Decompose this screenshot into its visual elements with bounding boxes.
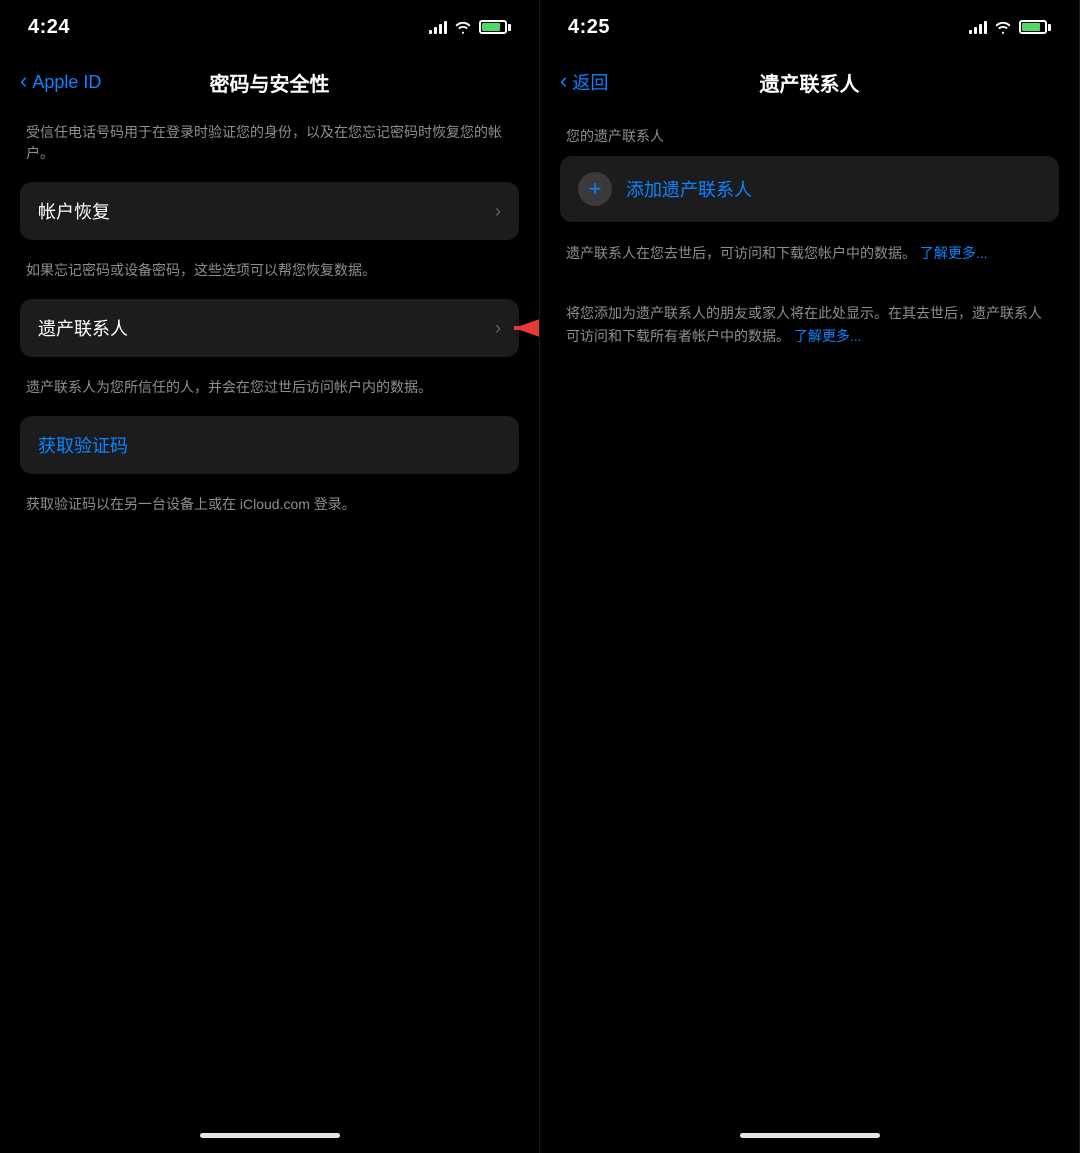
back-label-left: Apple ID (32, 72, 101, 93)
learn-more-link-1[interactable]: 了解更多... (920, 245, 988, 261)
right-phone-panel: 4:25 ‹ 返回 (540, 0, 1080, 1153)
content-left: 受信任电话号码用于在登录时验证您的身份，以及在您忘记密码时恢复您的帐户。 帐户恢… (0, 110, 539, 1117)
status-icons-right (969, 20, 1051, 34)
legacy-chevron-icon: › (495, 318, 501, 339)
red-arrow-annotation (504, 308, 539, 348)
status-icons-left (429, 20, 511, 34)
home-bar-right (740, 1133, 880, 1138)
home-bar (200, 1133, 340, 1138)
signal-icon-right (969, 20, 987, 34)
wifi-icon (454, 20, 472, 34)
nav-bar-right: ‹ 返回 遗产联系人 (540, 54, 1079, 110)
status-bar-left: 4:24 (0, 0, 539, 54)
back-arrow-icon: ‹ (20, 68, 27, 94)
signal-icon (429, 20, 447, 34)
wifi-icon-right (994, 20, 1012, 34)
battery-icon (479, 20, 511, 34)
left-phone-panel: 4:24 ‹ Apple ID (0, 0, 540, 1153)
add-contact-label: 添加遗产联系人 (626, 176, 752, 202)
verification-code-desc: 获取验证码以在另一台设备上或在 iCloud.com 登录。 (20, 482, 519, 533)
page-title-right: 遗产联系人 (760, 68, 860, 97)
legacy-contact-label: 遗产联系人 (38, 315, 128, 341)
back-label-right: 返回 (572, 69, 608, 95)
status-time-right: 4:25 (568, 16, 610, 39)
top-description: 受信任电话号码用于在登录时验证您的身份，以及在您忘记密码时恢复您的帐户。 (20, 110, 519, 182)
verification-code-label: 获取验证码 (38, 432, 128, 458)
add-legacy-contact-button[interactable]: + 添加遗产联系人 (560, 156, 1059, 222)
info-block-2: 将您添加为遗产联系人的朋友或家人将在此处显示。在其去世后，遗产联系人可访问和下载… (560, 298, 1059, 381)
account-recovery-row[interactable]: 帐户恢复 › (20, 182, 519, 240)
verification-code-row[interactable]: 获取验证码 (20, 416, 519, 474)
legacy-contact-wrapper: 遗产联系人 › (20, 299, 519, 357)
home-indicator-right (540, 1117, 1079, 1153)
back-button-right[interactable]: ‹ 返回 (560, 69, 608, 95)
legacy-contact-desc: 遗产联系人为您所信任的人，并会在您过世后访问帐户内的数据。 (20, 365, 519, 416)
info-text-2: 将您添加为遗产联系人的朋友或家人将在此处显示。在其去世后，遗产联系人可访问和下载… (566, 302, 1053, 347)
info-text-1: 遗产联系人在您去世后，可访问和下载您帐户中的数据。 了解更多... (566, 242, 1053, 264)
status-time-left: 4:24 (28, 16, 70, 39)
info-block-1: 遗产联系人在您去世后，可访问和下载您帐户中的数据。 了解更多... (560, 238, 1059, 298)
back-button-left[interactable]: ‹ Apple ID (20, 70, 101, 94)
legacy-contact-row[interactable]: 遗产联系人 › (20, 299, 519, 357)
status-bar-right: 4:25 (540, 0, 1079, 54)
back-arrow-icon-right: ‹ (560, 68, 567, 94)
page-title-left: 密码与安全性 (210, 68, 330, 97)
chevron-right-icon: › (495, 201, 501, 222)
learn-more-link-2[interactable]: 了解更多... (794, 328, 862, 344)
battery-icon-right (1019, 20, 1051, 34)
section-label: 您的遗产联系人 (560, 110, 1059, 156)
home-indicator-left (0, 1117, 539, 1153)
content-right: 您的遗产联系人 + 添加遗产联系人 遗产联系人在您去世后，可访问和下载您帐户中的… (540, 110, 1079, 1117)
nav-bar-left: ‹ Apple ID 密码与安全性 (0, 54, 539, 110)
add-icon-circle: + (578, 172, 612, 206)
account-recovery-desc: 如果忘记密码或设备密码，这些选项可以帮您恢复数据。 (20, 248, 519, 299)
account-recovery-label: 帐户恢复 (38, 198, 110, 224)
plus-icon: + (589, 178, 602, 200)
